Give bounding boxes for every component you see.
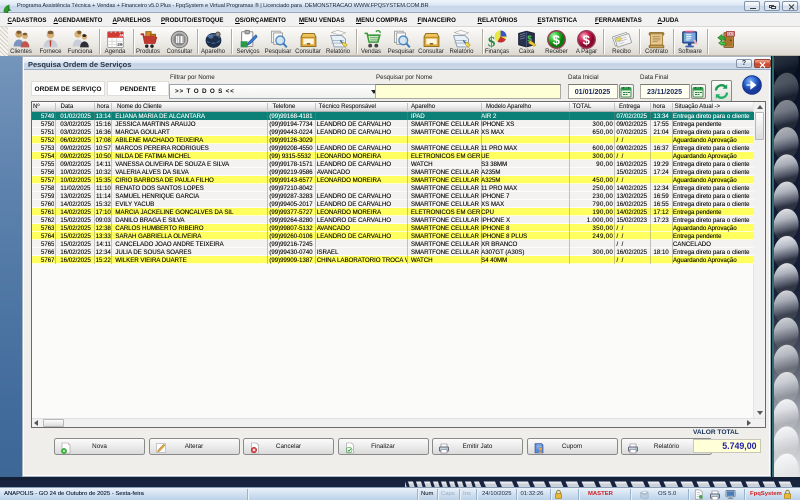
svg-text:JAN: JAN — [119, 34, 126, 38]
svg-text:$: $ — [487, 35, 495, 51]
svg-text:EXIT: EXIT — [727, 32, 734, 36]
svg-text:29: 29 — [117, 42, 123, 48]
svg-text:$: $ — [583, 32, 591, 47]
svg-text:$: $ — [553, 32, 561, 47]
